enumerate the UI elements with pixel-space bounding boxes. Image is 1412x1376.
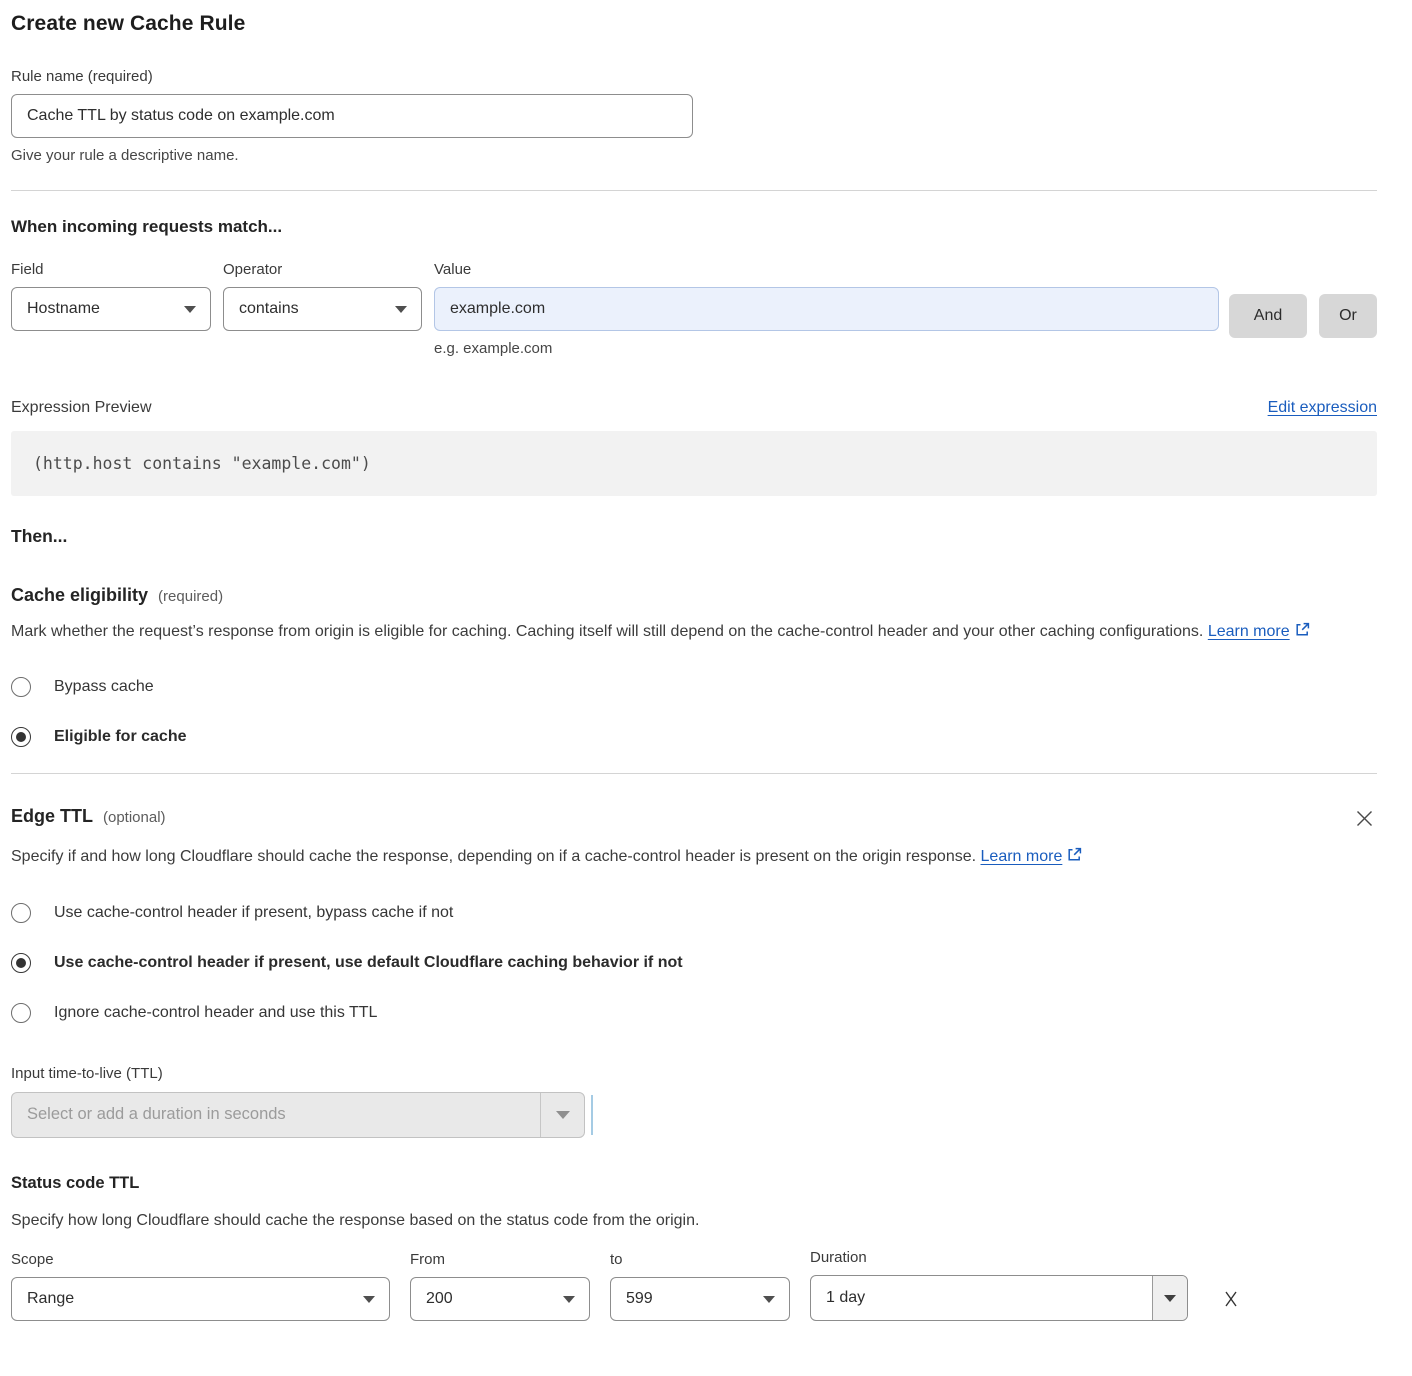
radio-label: Use cache-control header if present, use… — [54, 954, 683, 972]
radio-button-icon[interactable] — [11, 1003, 31, 1023]
match-condition-row: Field Hostname Operator contains Value e… — [11, 261, 1377, 357]
create-cache-rule-form: Create new Cache Rule Rule name (require… — [0, 0, 1412, 1341]
text-caret — [591, 1095, 593, 1135]
radio-button-icon[interactable] — [11, 903, 31, 923]
operator-label: Operator — [223, 261, 422, 278]
external-link-icon — [1295, 619, 1310, 647]
chevron-down-icon[interactable] — [540, 1093, 584, 1137]
chevron-down-icon — [184, 306, 196, 313]
radio-label: Ignore cache-control header and use this… — [54, 1004, 377, 1022]
section-divider — [11, 773, 1377, 774]
radio-option-use-header-bypass[interactable]: Use cache-control header if present, byp… — [11, 903, 1377, 923]
radio-label: Eligible for cache — [54, 728, 186, 746]
radio-option-use-header-default[interactable]: Use cache-control header if present, use… — [11, 953, 1377, 973]
to-label: to — [610, 1251, 790, 1268]
radio-option-eligible-for-cache[interactable]: Eligible for cache — [11, 727, 1377, 747]
chevron-down-icon[interactable] — [1152, 1276, 1187, 1320]
field-select-value: Hostname — [27, 300, 100, 318]
edge-ttl-header: Edge TTL (optional) — [11, 806, 1377, 831]
chevron-down-icon — [395, 306, 407, 313]
expression-header: Expression Preview Edit expression — [11, 399, 1377, 417]
field-select[interactable]: Hostname — [11, 287, 211, 331]
duration-label: Duration — [810, 1249, 1188, 1266]
section-divider — [11, 190, 1377, 191]
operator-select[interactable]: contains — [223, 287, 422, 331]
edit-expression-link[interactable]: Edit expression — [1268, 399, 1377, 417]
status-code-ttl-description: Specify how long Cloudflare should cache… — [11, 1207, 1377, 1235]
radio-label: Bypass cache — [54, 678, 154, 696]
radio-button-icon[interactable] — [11, 953, 31, 973]
rule-name-label: Rule name (required) — [11, 68, 1377, 85]
close-icon[interactable] — [1352, 806, 1377, 831]
duration-select[interactable]: 1 day — [810, 1275, 1188, 1321]
to-select-value: 599 — [626, 1290, 653, 1308]
edge-ttl-description: Specify if and how long Cloudflare shoul… — [11, 843, 1377, 872]
status-code-ttl-row: Scope Range From 200 to 599 Duration 1 d… — [11, 1249, 1377, 1321]
status-code-ttl-heading: Status code TTL — [11, 1174, 1377, 1193]
operator-select-value: contains — [239, 300, 299, 318]
scope-label: Scope — [11, 1251, 390, 1268]
or-button[interactable]: Or — [1319, 294, 1377, 338]
optional-qualifier: (optional) — [103, 809, 166, 826]
required-qualifier: (required) — [158, 588, 223, 605]
field-label: Field — [11, 261, 211, 278]
and-button[interactable]: And — [1229, 294, 1307, 338]
cache-eligibility-description: Mark whether the request’s response from… — [11, 618, 1377, 647]
expression-code: (http.host contains "example.com") — [11, 431, 1377, 496]
rule-name-input[interactable] — [11, 94, 693, 138]
scope-select-value: Range — [27, 1290, 74, 1308]
cache-eligibility-title: Cache eligibility — [11, 585, 148, 606]
learn-more-link[interactable]: Learn more — [1208, 623, 1290, 640]
ttl-input-label: Input time-to-live (TTL) — [11, 1065, 1377, 1082]
radio-label: Use cache-control header if present, byp… — [54, 904, 453, 922]
then-heading: Then... — [11, 526, 1377, 547]
external-link-icon — [1067, 844, 1082, 872]
from-select[interactable]: 200 — [410, 1277, 590, 1321]
to-select[interactable]: 599 — [610, 1277, 790, 1321]
remove-row-icon[interactable] — [1222, 1288, 1240, 1310]
radio-button-icon[interactable] — [11, 677, 31, 697]
ttl-duration-select[interactable]: Select or add a duration in seconds — [11, 1092, 585, 1138]
value-help: e.g. example.com — [434, 340, 1219, 357]
cache-eligibility-description-text: Mark whether the request’s response from… — [11, 623, 1203, 640]
page-title: Create new Cache Rule — [11, 12, 1377, 36]
edge-ttl-title: Edge TTL — [11, 806, 93, 827]
ttl-select-placeholder: Select or add a duration in seconds — [12, 1093, 540, 1137]
from-select-value: 200 — [426, 1290, 453, 1308]
value-label: Value — [434, 261, 1219, 278]
chevron-down-icon — [763, 1296, 775, 1303]
edge-ttl-heading: Edge TTL (optional) — [11, 806, 166, 827]
radio-button-icon[interactable] — [11, 727, 31, 747]
from-label: From — [410, 1251, 590, 1268]
duration-select-value: 1 day — [811, 1276, 1152, 1320]
chevron-down-icon — [363, 1296, 375, 1303]
edge-ttl-description-text: Specify if and how long Cloudflare shoul… — [11, 848, 976, 865]
learn-more-link[interactable]: Learn more — [981, 848, 1063, 865]
radio-option-ignore-header[interactable]: Ignore cache-control header and use this… — [11, 1003, 1377, 1023]
radio-option-bypass-cache[interactable]: Bypass cache — [11, 677, 1377, 697]
value-input[interactable] — [434, 287, 1219, 331]
chevron-down-icon — [563, 1296, 575, 1303]
match-heading: When incoming requests match... — [11, 217, 1377, 237]
ttl-select-row: Select or add a duration in seconds — [11, 1092, 1377, 1138]
rule-name-help: Give your rule a descriptive name. — [11, 147, 1377, 164]
scope-select[interactable]: Range — [11, 1277, 390, 1321]
expression-preview-label: Expression Preview — [11, 399, 152, 417]
cache-eligibility-heading: Cache eligibility (required) — [11, 585, 1377, 606]
